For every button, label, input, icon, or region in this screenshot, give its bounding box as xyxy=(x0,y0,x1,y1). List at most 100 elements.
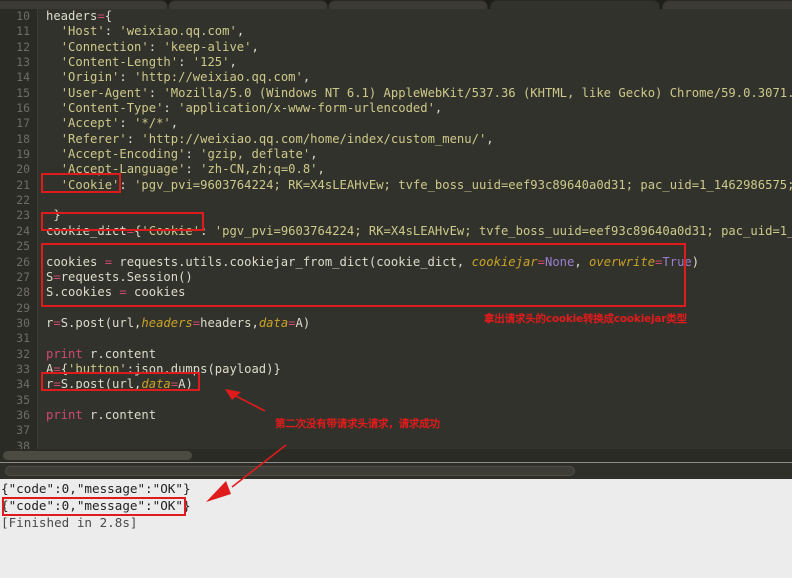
code-line[interactable]: 34 r=S.post(url,data=A) xyxy=(0,377,792,392)
code-line[interactable]: 18 'Referer': 'http://weixiao.qq.com/hom… xyxy=(0,132,792,147)
code-token: : xyxy=(185,162,201,177)
code-text: 'User-Agent': 'Mozilla/5.0 (Windows NT 6… xyxy=(46,86,792,101)
build-output-console: {"code":0,"message":"OK"} {"code":0,"mess… xyxy=(0,462,792,578)
editor-tab-4-active[interactable] xyxy=(490,0,660,9)
line-number: 36 xyxy=(16,407,30,422)
code-line[interactable]: 11 'Host': 'weixiao.qq.com', xyxy=(0,24,792,39)
line-number: 18 xyxy=(16,131,30,146)
code-line[interactable]: 10 headers={ xyxy=(0,9,792,24)
code-line[interactable]: 25 xyxy=(0,239,792,254)
code-token: } xyxy=(46,208,61,223)
code-line[interactable]: 33 A={'button':json.dumps(payload)} xyxy=(0,362,792,377)
code-token: 'User-Agent' xyxy=(60,85,149,100)
code-line[interactable]: 21 'Cookie': 'pgv_pvi=9603764224; RK=X4s… xyxy=(0,178,792,193)
editor-tab-2[interactable] xyxy=(168,0,328,9)
code-token: 'http://weixiao.qq.com/home/index/custom… xyxy=(141,131,487,146)
code-line[interactable]: 24 cookie_dict={'Cookie': 'pgv_pvi=960376… xyxy=(0,224,792,239)
code-token: S.post(url, xyxy=(60,377,142,392)
code-token: A) xyxy=(295,315,311,330)
code-token: 'Origin' xyxy=(60,70,120,85)
code-line[interactable]: 26 cookies = requests.utils.cookiejar_fro… xyxy=(0,255,792,270)
code-token: cookiejar xyxy=(471,254,538,269)
code-line[interactable]: 13 'Content-Length': '125', xyxy=(0,55,792,70)
code-token: headers, xyxy=(200,315,259,330)
code-token: = xyxy=(104,254,113,269)
code-token: 'weixiao.qq.com' xyxy=(119,24,237,39)
code-token: = xyxy=(97,9,105,23)
code-token: 'Cookie' xyxy=(60,177,120,192)
code-text: 'Host': 'weixiao.qq.com', xyxy=(46,24,244,39)
code-token: None xyxy=(544,254,575,269)
code-line[interactable]: 12 'Connection': 'keep-alive', xyxy=(0,40,792,55)
code-token: , xyxy=(434,101,443,116)
code-text: headers={ xyxy=(46,9,112,24)
code-line[interactable]: 20 'Accept-Language': 'zh-CN,zh;q=0.8', xyxy=(0,162,792,177)
sublime-text-window: 10 headers={11 'Host': 'weixiao.qq.com', 1… xyxy=(0,0,792,578)
code-token: , xyxy=(170,116,179,131)
line-number: 19 xyxy=(16,147,30,162)
code-editor[interactable]: 10 headers={11 'Host': 'weixiao.qq.com', 1… xyxy=(0,9,792,462)
code-line[interactable]: 27 S=requests.Session() xyxy=(0,270,792,285)
code-token: requests.Session() xyxy=(60,269,193,284)
line-number: 28 xyxy=(16,285,30,300)
code-line[interactable]: 23 } xyxy=(0,208,792,223)
code-token: : xyxy=(119,177,135,192)
code-line[interactable]: 19 'Accept-Encoding': 'gzip, deflate', xyxy=(0,147,792,162)
code-line[interactable]: 16 'Content-Type': 'application/x-www-fo… xyxy=(0,101,792,116)
code-token: = xyxy=(53,315,61,330)
code-token: = xyxy=(126,223,135,238)
code-token: A) xyxy=(178,377,193,392)
code-token: '*/*' xyxy=(134,116,171,131)
code-text: 'Cookie': 'pgv_pvi=9603764224; RK=X4sLEA… xyxy=(46,178,792,193)
code-line[interactable]: 22 xyxy=(0,193,792,208)
line-number: 16 xyxy=(16,101,30,116)
line-number: 10 xyxy=(16,9,30,23)
code-token: = xyxy=(537,254,545,269)
code-token: cookies xyxy=(46,254,105,269)
line-number: 30 xyxy=(16,315,30,330)
code-token: print xyxy=(46,407,83,422)
editor-tab-1[interactable] xyxy=(0,0,168,9)
code-token: , xyxy=(236,24,245,39)
code-line[interactable]: 35 xyxy=(0,393,792,408)
editor-horizontal-scrollbar-track[interactable] xyxy=(0,449,792,462)
tab-bar xyxy=(0,0,792,9)
editor-tab-3[interactable] xyxy=(328,0,488,9)
console-horizontal-scrollbar-thumb[interactable] xyxy=(5,466,575,476)
console-scrollbar-row[interactable] xyxy=(0,463,792,479)
code-token: 'Connection' xyxy=(60,39,149,54)
code-line[interactable]: 14 'Origin': 'http://weixiao.qq.com', xyxy=(0,70,792,85)
code-line[interactable]: 28 S.cookies = cookies xyxy=(0,285,792,300)
code-line[interactable]: 17 'Accept': '*/*', xyxy=(0,116,792,131)
code-lines[interactable]: 10 headers={11 'Host': 'weixiao.qq.com', 1… xyxy=(0,9,792,462)
line-number: 24 xyxy=(16,223,30,238)
code-line[interactable]: 32 print r.content xyxy=(0,347,792,362)
code-token: : xyxy=(178,55,193,70)
code-token: 'Accept-Language' xyxy=(60,162,186,177)
line-number: 20 xyxy=(16,162,30,177)
line-number: 25 xyxy=(16,239,30,254)
code-token: headers xyxy=(46,9,98,23)
code-token: 'pgv_pvi=9603764224; RK=X4sLEAHvEw; tvfe… xyxy=(214,223,792,238)
code-token: requests.utils.cookiejar_from_dict(cooki… xyxy=(112,254,472,269)
code-token: = xyxy=(119,285,127,300)
code-token: , xyxy=(574,254,590,269)
code-token: 'Accept-Encoding' xyxy=(60,147,186,162)
editor-tab-5[interactable] xyxy=(662,0,792,9)
code-token: : xyxy=(148,85,164,100)
code-token: 'button' xyxy=(68,361,127,376)
code-token: = xyxy=(288,315,296,330)
code-line[interactable]: 15 'User-Agent': 'Mozilla/5.0 (Windows N… xyxy=(0,86,792,101)
code-token: : xyxy=(148,39,164,54)
code-token: : xyxy=(126,131,142,146)
editor-horizontal-scrollbar-thumb[interactable] xyxy=(3,451,192,460)
code-line[interactable]: 31 xyxy=(0,331,792,346)
code-text: cookies = requests.utils.cookiejar_from_… xyxy=(46,255,699,270)
code-token: , xyxy=(310,147,318,162)
code-token: print xyxy=(46,346,83,361)
code-token: { xyxy=(104,9,113,23)
code-token: 'Mozilla/5.0 (Windows NT 6.1) AppleWebKi… xyxy=(163,85,792,100)
